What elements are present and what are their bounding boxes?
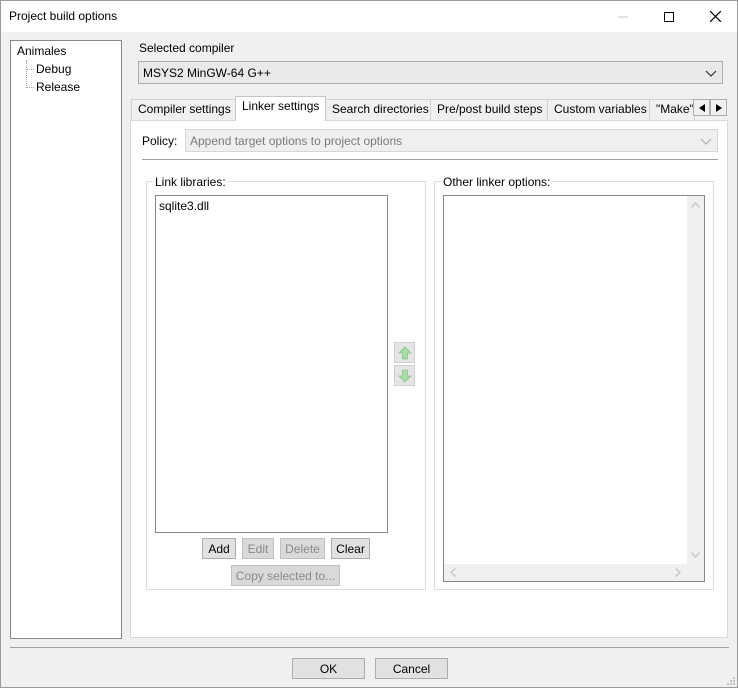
tree-connector	[26, 87, 34, 88]
delete-library-button[interactable]: Delete	[280, 538, 325, 559]
tree-connector	[26, 60, 27, 88]
maximize-button[interactable]	[646, 1, 692, 32]
close-button[interactable]	[692, 1, 738, 32]
link-libraries-list[interactable]: sqlite3.dll	[155, 195, 388, 533]
compiler-select[interactable]: MSYS2 MinGW-64 G++	[138, 61, 723, 84]
arrow-up-icon	[397, 345, 412, 359]
other-linker-options-title: Other linker options:	[441, 175, 553, 189]
targets-tree[interactable]: Animales Debug Release	[10, 40, 122, 639]
title-bar: Project build options	[1, 1, 737, 32]
tab-pre-post-build-steps[interactable]: Pre/post build steps	[430, 99, 550, 120]
window-title: Project build options	[9, 9, 118, 23]
move-down-button[interactable]	[394, 365, 415, 386]
arrow-down-icon	[397, 369, 412, 383]
minimize-button[interactable]	[600, 1, 646, 32]
triangle-right-icon	[715, 103, 722, 112]
policy-select[interactable]: Append target options to project options	[185, 129, 718, 152]
tab-linker-settings[interactable]: Linker settings	[235, 96, 327, 121]
other-linker-options-textarea[interactable]	[443, 195, 705, 582]
move-up-button[interactable]	[394, 342, 415, 363]
tab-scroll-left-button[interactable]	[693, 99, 710, 116]
tree-item-release[interactable]: Release	[36, 80, 80, 94]
tab-search-directories[interactable]: Search directories	[325, 99, 436, 120]
tab-custom-variables[interactable]: Custom variables	[547, 99, 654, 120]
tab-scroll-right-button[interactable]	[710, 99, 727, 116]
resize-grip-icon[interactable]	[725, 675, 736, 686]
triangle-left-icon	[698, 103, 705, 112]
copy-selected-to-button[interactable]: Copy selected to...	[231, 565, 340, 586]
policy-label: Policy:	[142, 134, 178, 148]
chevron-down-icon	[705, 70, 717, 77]
link-libraries-title: Link libraries:	[153, 175, 228, 189]
dialog-window: Project build options Animales Debug Rel…	[0, 0, 738, 688]
horizontal-scrollbar[interactable]	[444, 564, 687, 581]
add-library-button[interactable]: Add	[202, 538, 236, 559]
tree-connector	[26, 69, 34, 70]
tree-item-project[interactable]: Animales	[17, 44, 66, 58]
scroll-up-icon	[691, 202, 700, 208]
policy-select-value: Append target options to project options	[190, 134, 403, 148]
clear-libraries-button[interactable]: Clear	[331, 538, 370, 559]
selected-compiler-label: Selected compiler	[139, 41, 235, 55]
scroll-right-icon	[675, 568, 681, 577]
chevron-down-icon	[700, 138, 712, 145]
scroll-down-icon	[691, 552, 700, 558]
edit-library-button[interactable]: Edit	[242, 538, 274, 559]
tree-item-debug[interactable]: Debug	[36, 62, 71, 76]
ok-button[interactable]: OK	[292, 658, 365, 679]
list-item[interactable]: sqlite3.dll	[159, 199, 209, 213]
scroll-left-icon	[450, 568, 456, 577]
cancel-button[interactable]: Cancel	[375, 658, 448, 679]
close-icon	[709, 11, 721, 22]
tab-compiler-settings[interactable]: Compiler settings	[131, 99, 238, 120]
vertical-scrollbar[interactable]	[687, 196, 704, 564]
compiler-select-value: MSYS2 MinGW-64 G++	[143, 66, 271, 80]
tab-make[interactable]: "Make"	[649, 99, 695, 120]
minimize-icon	[618, 16, 628, 17]
divider	[142, 159, 718, 160]
maximize-icon	[664, 11, 674, 22]
divider	[10, 647, 729, 648]
scroll-corner	[687, 564, 704, 581]
